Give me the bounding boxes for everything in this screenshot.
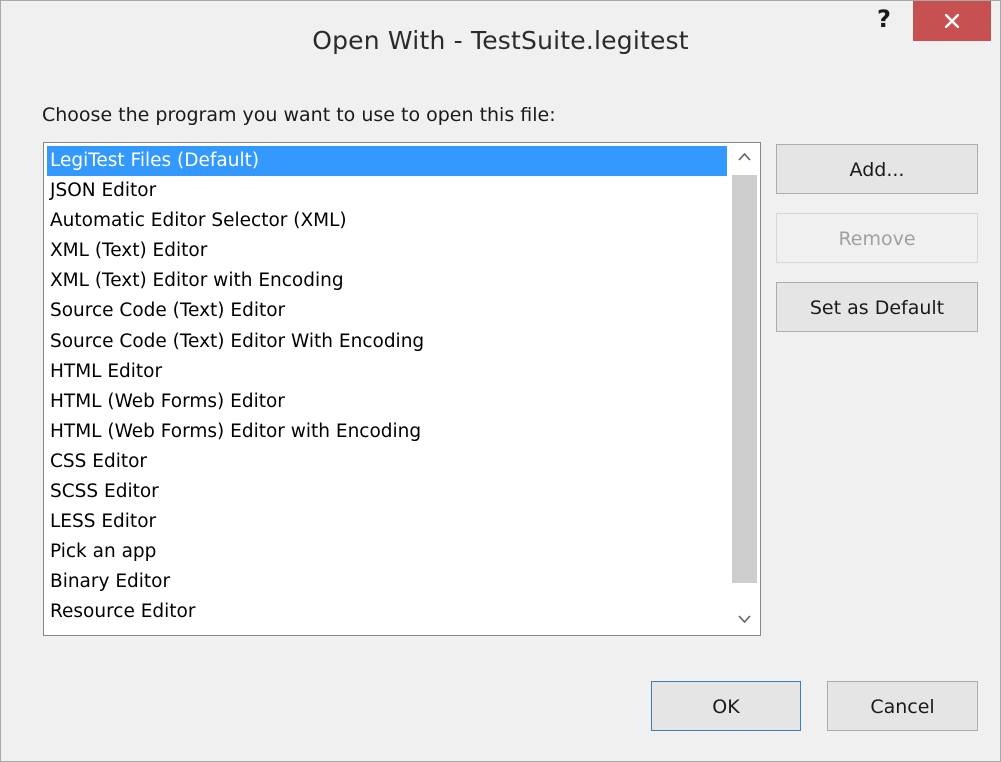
program-list-item[interactable]: HTML (Web Forms) Editor bbox=[47, 387, 727, 417]
program-list-item[interactable]: HTML Editor bbox=[47, 357, 727, 387]
vertical-scrollbar[interactable] bbox=[729, 143, 760, 635]
open-with-dialog: Open With - TestSuite.legitest ? Choose … bbox=[0, 0, 1001, 762]
ok-button[interactable]: OK bbox=[651, 681, 801, 731]
cancel-button[interactable]: Cancel bbox=[827, 681, 978, 731]
dialog-title: Open With - TestSuite.legitest bbox=[312, 26, 689, 55]
scroll-up-button[interactable] bbox=[729, 143, 760, 172]
program-list-item[interactable]: XML (Text) Editor with Encoding bbox=[47, 266, 727, 296]
close-button[interactable] bbox=[913, 1, 991, 41]
program-list-item[interactable]: LESS Editor bbox=[47, 507, 727, 537]
chevron-up-icon bbox=[738, 152, 751, 161]
program-list: LegiTest Files (Default) JSON Editor Autom… bbox=[47, 146, 727, 628]
chevron-down-icon bbox=[738, 615, 751, 624]
program-list-item[interactable]: HTML (Web Forms) Editor with Encoding bbox=[47, 417, 727, 447]
program-list-item[interactable]: XML (Text) Editor bbox=[47, 236, 727, 266]
program-list-item[interactable]: LegiTest Files (Default) bbox=[47, 146, 727, 177]
scroll-down-button[interactable] bbox=[729, 606, 760, 635]
help-icon[interactable]: ? bbox=[863, 1, 905, 41]
program-list-item[interactable]: Source Code (Text) Editor bbox=[47, 296, 727, 326]
dialog-body: Choose the program you want to use to op… bbox=[11, 81, 990, 753]
title-bar[interactable]: Open With - TestSuite.legitest ? bbox=[1, 1, 1000, 81]
close-icon bbox=[945, 14, 959, 28]
program-list-item[interactable]: Resource Editor bbox=[47, 597, 727, 627]
choose-program-label: Choose the program you want to use to op… bbox=[42, 104, 556, 126]
program-list-item[interactable]: Binary Editor bbox=[47, 567, 727, 597]
program-list-item[interactable]: CSS Editor bbox=[47, 447, 727, 477]
set-as-default-button[interactable]: Set as Default bbox=[776, 282, 978, 332]
program-list-item[interactable]: Automatic Editor Selector (XML) bbox=[47, 206, 727, 236]
program-list-item[interactable]: SCSS Editor bbox=[47, 477, 727, 507]
program-list-item[interactable]: Pick an app bbox=[47, 537, 727, 567]
remove-button: Remove bbox=[776, 213, 978, 263]
add-button[interactable]: Add... bbox=[776, 144, 978, 194]
program-list-item[interactable]: Source Code (Text) Editor With Encoding bbox=[47, 327, 727, 357]
program-list-item[interactable]: JSON Editor bbox=[47, 176, 727, 206]
program-listbox[interactable]: LegiTest Files (Default) JSON Editor Autom… bbox=[43, 142, 761, 636]
scroll-thumb[interactable] bbox=[732, 175, 757, 583]
